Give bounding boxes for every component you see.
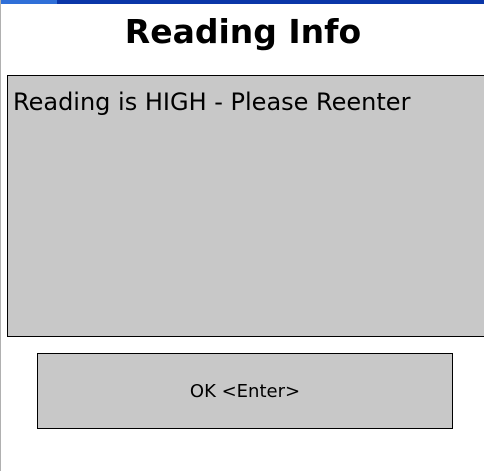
dialog-title: Reading Info [124,12,362,51]
ok-button[interactable]: OK <Enter> [37,353,453,429]
title-bar-accent [1,0,484,4]
message-text: Reading is HIGH - Please Reenter [13,88,411,116]
reading-info-dialog: Reading Info Reading is HIGH - Please Re… [0,0,484,471]
message-box: Reading is HIGH - Please Reenter [7,75,484,337]
ok-button-label: OK <Enter> [189,380,301,402]
title-bar-accent-left [1,0,57,4]
